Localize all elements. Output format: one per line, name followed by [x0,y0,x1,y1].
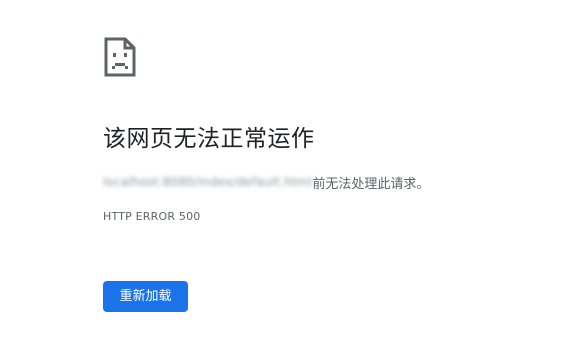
sad-document-icon [104,37,136,77]
error-description: localhost:8080/index/default.html 前无法处理此… [103,172,429,192]
error-code: HTTP ERROR 500 [103,210,201,223]
blurred-hostname: localhost:8080/index/default.html [103,175,313,189]
reload-button[interactable]: 重新加载 [103,281,188,312]
error-page: 该网页无法正常运作 localhost:8080/index/default.h… [0,0,573,363]
error-description-text: 前无法处理此请求。 [312,176,430,192]
error-title: 该网页无法正常运作 [103,126,315,152]
